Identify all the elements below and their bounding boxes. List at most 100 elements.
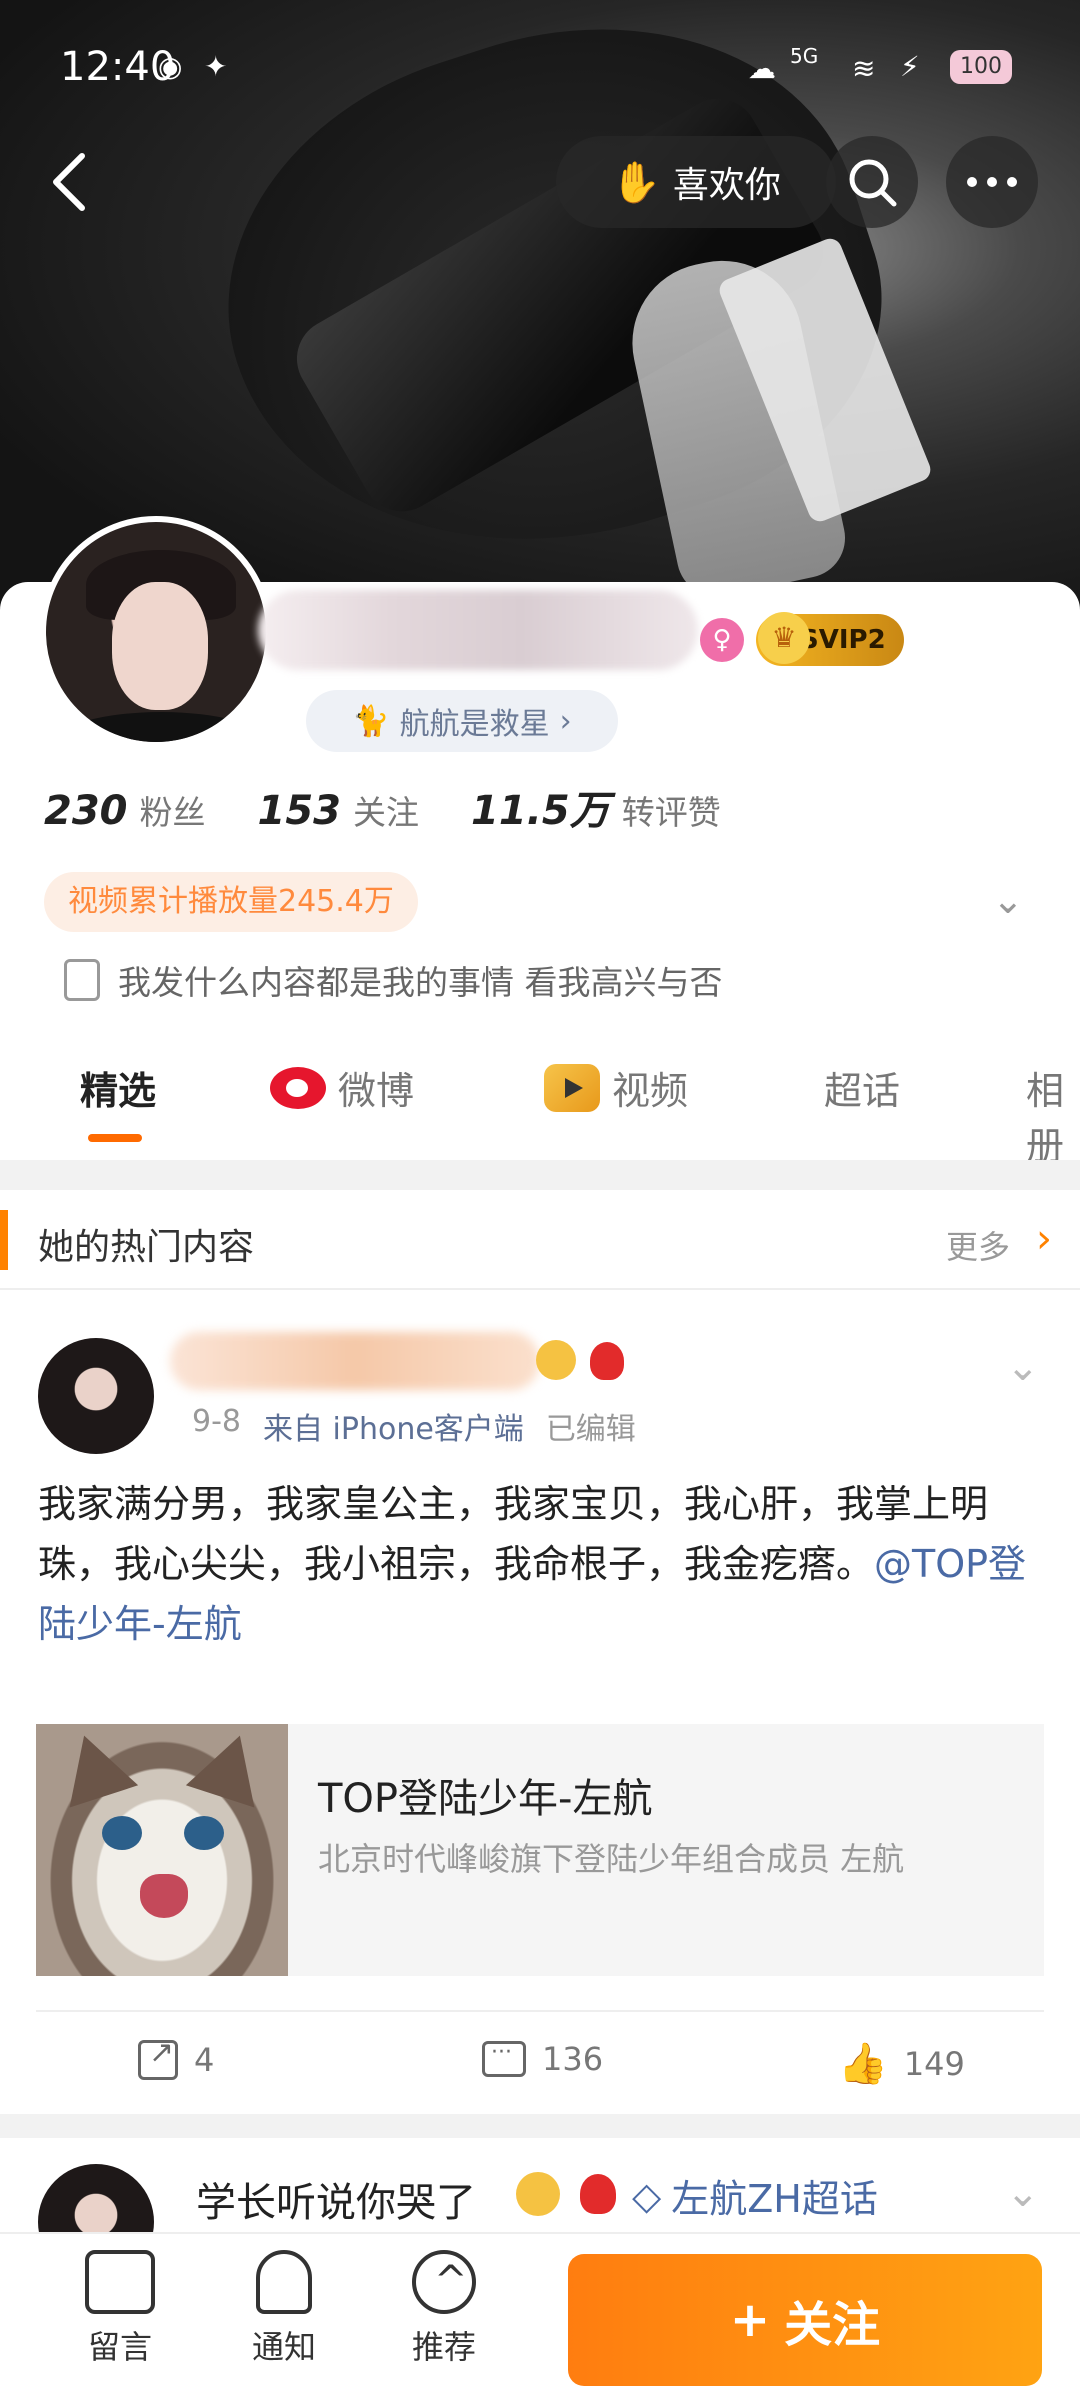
message-label: 留言 [87, 2328, 152, 2366]
diamond-icon: ◇ [632, 2173, 662, 2218]
bio-row: 我发什么内容都是我的事情 看我高兴与否 [64, 956, 723, 1004]
tab-album-label: 相册 [1026, 1069, 1065, 1168]
super-topic-label: 左航ZH超话 [671, 2177, 878, 2221]
like-you-button[interactable]: ✋ 喜欢你 [556, 136, 836, 228]
tab-featured[interactable]: 精选 [80, 1060, 156, 1115]
crown-icon: ♛ [758, 612, 810, 664]
profile-stats: 230 粉丝 153 关注 11.5万 转评赞 [44, 778, 773, 836]
weibo-icon [270, 1066, 326, 1109]
charging-icon: ⚡ [900, 50, 920, 83]
next-post-chevron-icon[interactable]: ⌄ [1006, 2170, 1040, 2216]
search-icon [849, 159, 897, 207]
action-divider [36, 2010, 1044, 2012]
post-actions: 4 136 👍 149 [0, 2030, 1080, 2100]
thumbs-up-icon: 👍 [838, 2041, 888, 2087]
active-tab-indicator [88, 1134, 142, 1142]
female-icon: ♀ [700, 618, 744, 662]
more-link[interactable]: 更多 [946, 1222, 1010, 1268]
follow-button[interactable]: + 关注 [568, 2254, 1042, 2386]
interactions-label[interactable]: 转评赞 [622, 786, 721, 834]
bell-icon [256, 2250, 312, 2314]
post-blurred-username [170, 1332, 540, 1390]
hot-content-title: 她的热门内容 [38, 1227, 255, 1268]
app-status-icon: ✦ [204, 50, 228, 83]
notify-button[interactable]: 通知 [224, 2250, 344, 2368]
fans-count[interactable]: 230 [44, 788, 128, 834]
message-icon [85, 2250, 155, 2314]
chevron-right-icon: › [559, 703, 572, 739]
status-bar: 12:40 ◉ ✦ ☁ 5G ≋ ⚡ 100 [0, 0, 1080, 140]
profile-avatar[interactable] [40, 516, 272, 748]
follow-label: 关注 [784, 2297, 881, 2353]
share-icon [138, 2035, 178, 2080]
like-button[interactable]: 👍 149 [838, 2040, 965, 2087]
cat-icon: 🐈 [352, 703, 390, 739]
link-card-subtitle: 北京时代峰峻旗下登陆少年组合成员 左航 [318, 1840, 905, 1878]
back-button[interactable] [24, 136, 116, 228]
network-label: 5G [790, 44, 819, 68]
following-count[interactable]: 153 [258, 788, 342, 834]
post-text: 我家满分男，我家皇公主，我家宝贝，我心肝，我掌上明珠，我心尖尖，我小祖宗，我命根… [38, 1482, 989, 1586]
search-button[interactable] [826, 136, 918, 228]
document-icon [64, 959, 100, 1001]
post-date: 9-8 [192, 1404, 241, 1439]
post-divider [0, 2114, 1080, 2138]
blurred-username [258, 590, 698, 670]
fans-label[interactable]: 粉丝 [140, 786, 206, 834]
post-edited: 已编辑 [545, 1412, 636, 1447]
tab-album[interactable]: 相册 [1026, 1060, 1080, 1170]
interactions-count[interactable]: 11.5万 [471, 778, 610, 836]
link-card-title: TOP登陆少年-左航 [318, 1776, 653, 1822]
post-body: 我家满分男，我家皇公主，我家宝贝，我心肝，我掌上明珠，我心尖尖，我小祖宗，我命根… [38, 1474, 1048, 1654]
video-icon [544, 1063, 600, 1112]
plus-icon: + [729, 2292, 771, 2348]
following-label[interactable]: 关注 [353, 786, 419, 834]
wifi-icon: ≋ [852, 52, 876, 85]
comment-count: 136 [542, 2040, 604, 2078]
message-button[interactable]: 留言 [60, 2250, 180, 2368]
post-avatar[interactable] [38, 1338, 154, 1454]
fan-group-label: 航航是救星 [399, 707, 550, 742]
recommend-button[interactable]: 推荐 [384, 2250, 504, 2368]
mascot-badge-icon [580, 2174, 616, 2214]
hot-accent-bar [0, 1210, 8, 1270]
repost-button[interactable]: 4 [138, 2035, 215, 2080]
profile-tabs: 精选 微博 视频 超话 相册 [0, 1040, 1080, 1168]
expand-profile-chevron-icon[interactable]: ⌄ [992, 878, 1024, 922]
like-you-label: 喜欢你 [672, 165, 781, 206]
weibo-status-icon: ◉ [158, 50, 183, 83]
post-meta: 9-8 来自 iPhone客户端 已编辑 [192, 1404, 636, 1448]
battery-indicator: 100 [950, 50, 1012, 84]
bio-text: 我发什么内容都是我的事情 看我高兴与否 [118, 963, 723, 1002]
tab-weibo-label: 微博 [338, 1069, 415, 1113]
super-topic-link[interactable]: ◇ 左航ZH超话 [632, 2168, 878, 2223]
more-dots-icon [967, 177, 1017, 187]
tab-featured-label: 精选 [80, 1069, 157, 1113]
crown-badge-icon [536, 1340, 576, 1380]
notify-label: 通知 [251, 2328, 316, 2366]
mascot-badge-icon [590, 1342, 624, 1380]
tab-video-label: 视频 [612, 1069, 689, 1113]
next-post-name[interactable]: 学长听说你哭了 [196, 2170, 476, 2228]
post-menu-chevron-icon[interactable]: ⌄ [1006, 1344, 1040, 1390]
tab-super-topic[interactable]: 超话 [824, 1060, 900, 1115]
more-button[interactable] [946, 136, 1038, 228]
tab-weibo[interactable]: 微博 [270, 1060, 414, 1115]
cloud-icon: ☁ [748, 52, 776, 85]
post-source[interactable]: 来自 iPhone客户端 [263, 1404, 524, 1448]
play-count-chip[interactable]: 视频累计播放量245.4万 [44, 872, 418, 932]
fan-group-chip[interactable]: 🐈 航航是救星 › [306, 690, 618, 752]
section-divider [0, 1160, 1080, 1190]
hand-heart-icon: ✋ [611, 159, 661, 206]
repost-count: 4 [194, 2041, 215, 2079]
link-card-thumbnail [36, 1724, 288, 1976]
crown-badge-icon [516, 2172, 560, 2216]
comment-button[interactable]: 136 [482, 2040, 603, 2078]
back-arrow-icon [53, 153, 85, 211]
like-count: 149 [903, 2044, 965, 2083]
tab-video[interactable]: 视频 [544, 1060, 688, 1115]
chevron-up-icon [412, 2250, 476, 2314]
more-chevron-icon[interactable]: › [1036, 1216, 1052, 1262]
comment-icon [482, 2040, 526, 2077]
tab-super-topic-label: 超话 [824, 1069, 901, 1113]
